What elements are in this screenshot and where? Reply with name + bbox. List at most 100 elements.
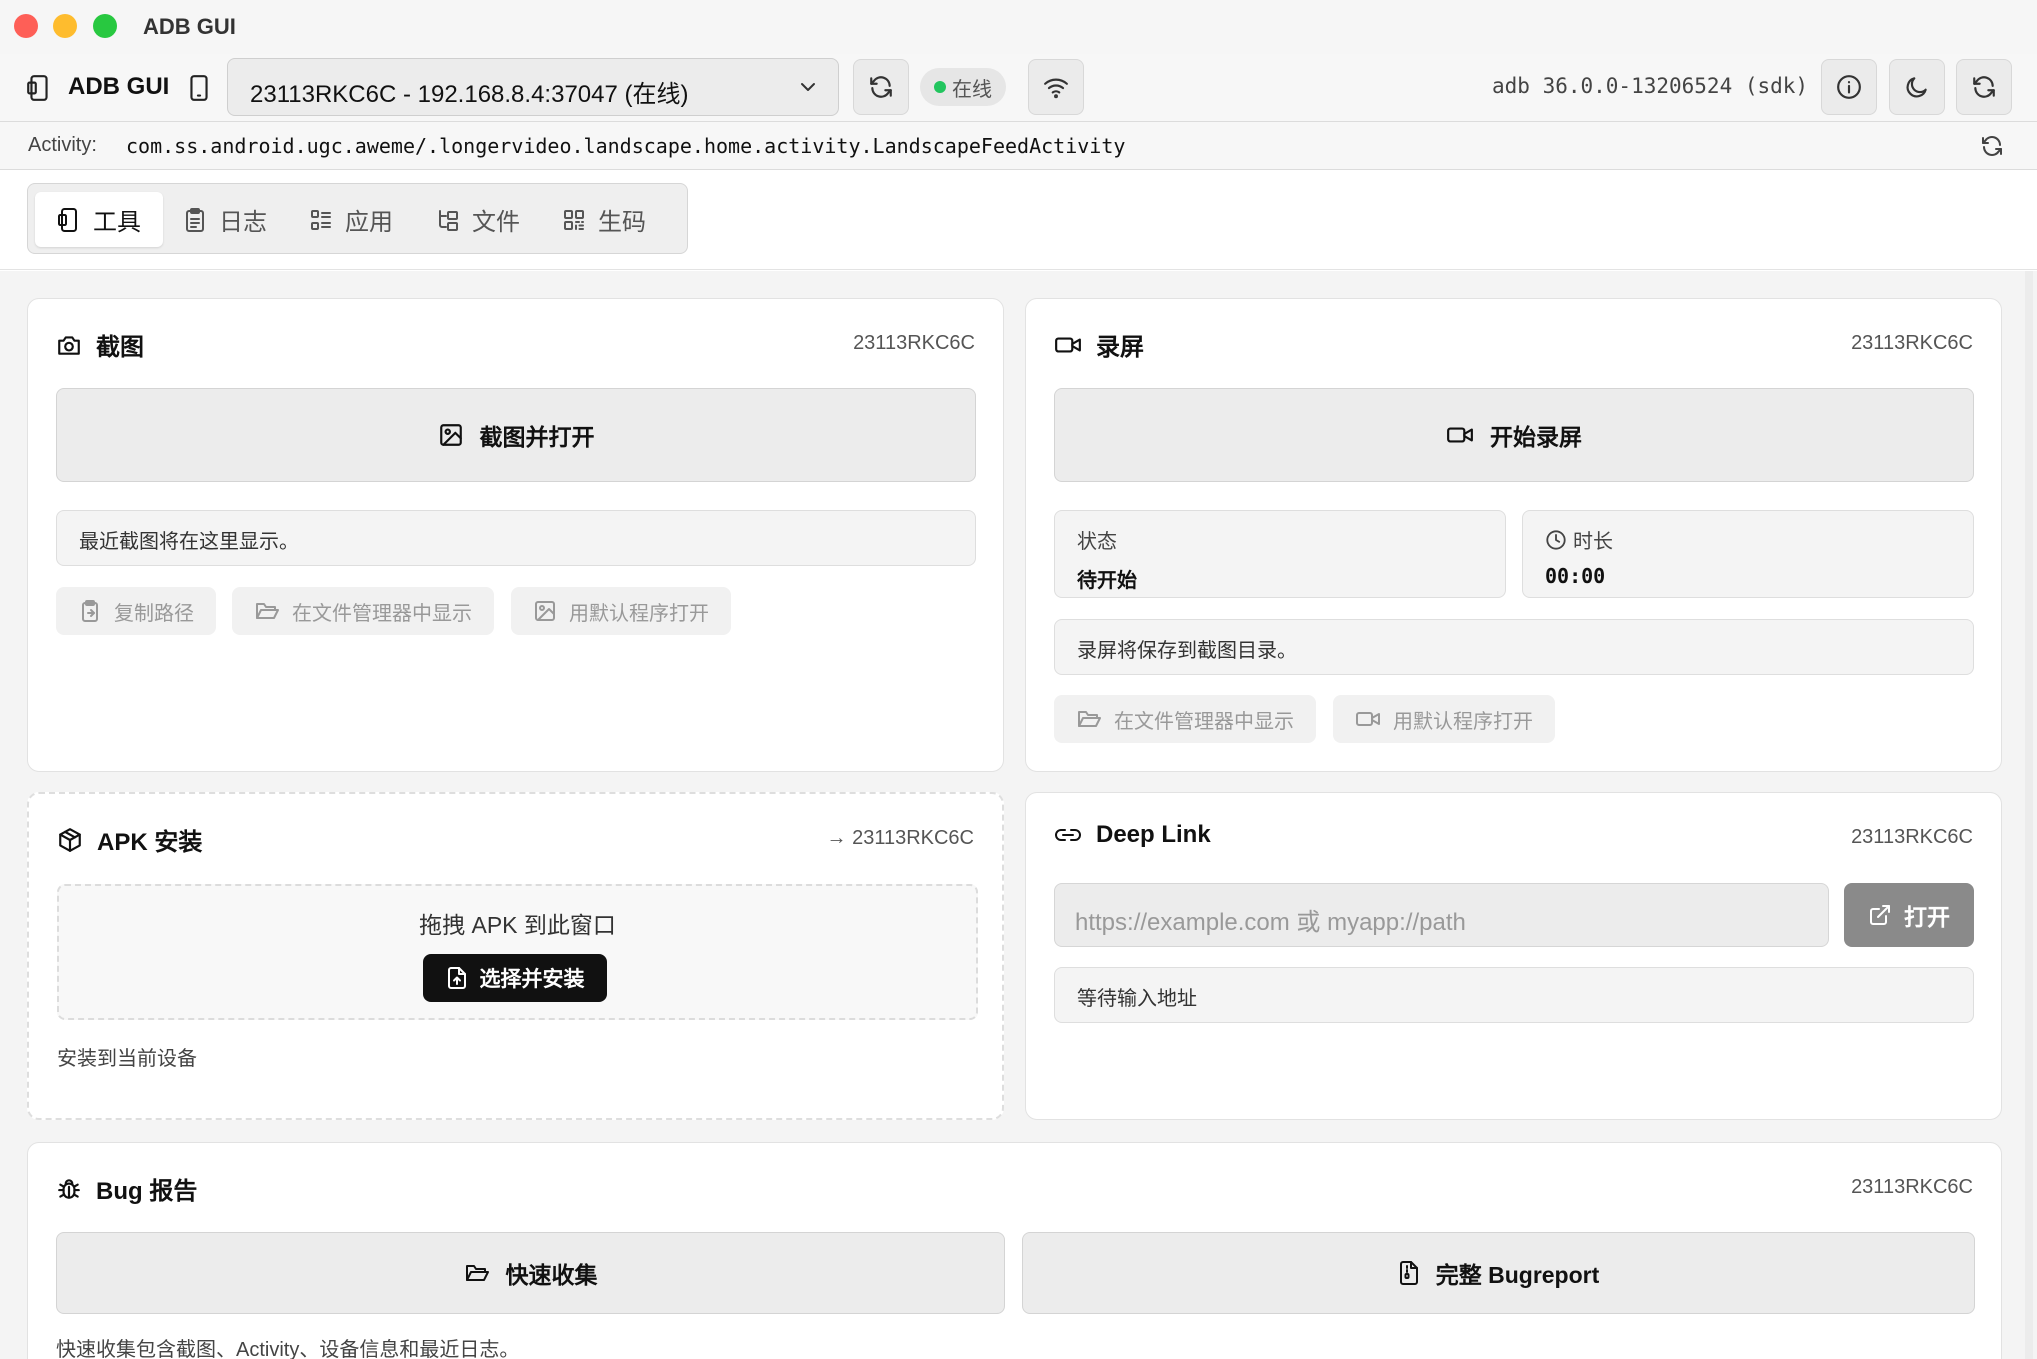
start-recording-button[interactable]: 开始录屏 [1054, 388, 1974, 482]
folder-open-icon [464, 1261, 490, 1285]
card-title: 截图 [56, 327, 144, 362]
card-title: 录屏 [1054, 327, 1144, 362]
device-select[interactable]: 23113RKC6C - 192.168.8.4:37047 (在线) [227, 58, 839, 116]
button-label: 用默认程序打开 [569, 602, 709, 625]
deep-link-placeholder: https://example.com 或 myapp://path [1075, 909, 1466, 936]
button-label: 打开 [1904, 904, 1950, 930]
zoom-window-button[interactable] [93, 14, 117, 38]
bug-report-card: Bug 报告 23113RKC6C 快速收集 完整 Bugreport 快速收集… [27, 1142, 2002, 1359]
current-activity-bar: Activity: com.ss.android.ugc.aweme/.long… [0, 122, 2037, 170]
button-label: 用默认程序打开 [1393, 710, 1533, 733]
tab-apps[interactable]: 应用 [287, 192, 415, 247]
apk-drop-zone[interactable]: 拖拽 APK 到此窗口 选择并安装 [57, 884, 978, 1020]
link-icon [1054, 823, 1082, 847]
tab-label: 生码 [598, 209, 646, 236]
button-label: 选择并安装 [479, 968, 585, 991]
activity-label: Activity: [28, 134, 97, 156]
adb-version-label: adb 36.0.0-13206524 (sdk) [1492, 74, 1809, 98]
minimize-window-button[interactable] [53, 14, 77, 38]
bug-report-note: 快速收集包含截图、Activity、设备信息和最近日志。 [56, 1339, 520, 1359]
button-label: 完整 Bugreport [1435, 1262, 1600, 1288]
refresh-activity-icon[interactable] [1980, 134, 2004, 158]
tab-logs[interactable]: 日志 [161, 192, 289, 247]
tab-files[interactable]: 文件 [414, 192, 542, 247]
folder-open-icon [254, 599, 280, 623]
button-label: 复制路径 [114, 602, 194, 625]
card-device-id: 23113RKC6C [853, 332, 975, 354]
list-icon [309, 208, 333, 232]
info-icon [1836, 74, 1862, 100]
show-in-file-manager-button[interactable]: 在文件管理器中显示 [1054, 695, 1316, 743]
select-and-install-button[interactable]: 选择并安装 [423, 954, 607, 1002]
take-screenshot-button[interactable]: 截图并打开 [56, 388, 976, 482]
card-device-id: 23113RKC6C [1851, 332, 1973, 354]
scrollbar[interactable] [2025, 271, 2033, 1359]
moon-icon [1904, 74, 1930, 100]
wifi-icon [1043, 75, 1069, 99]
image-icon [438, 422, 464, 448]
refresh-icon [868, 74, 894, 100]
card-device-id: 23113RKC6C [1851, 826, 1973, 848]
close-window-button[interactable] [14, 14, 38, 38]
tab-label: 工具 [93, 209, 141, 236]
file-archive-icon [1398, 1260, 1420, 1286]
theme-toggle-button[interactable] [1889, 59, 1945, 115]
screenshot-card: 截图 23113RKC6C 截图并打开 最近截图将在这里显示。 复制路径 在文件… [27, 298, 1004, 772]
tab-label: 应用 [345, 209, 393, 236]
card-title: Bug 报告 [56, 1171, 197, 1206]
wireless-connect-button[interactable] [1028, 59, 1084, 115]
record-duration-label: 时长 [1573, 531, 1613, 553]
show-in-file-manager-button[interactable]: 在文件管理器中显示 [232, 587, 494, 635]
card-device-id: 23113RKC6C [1851, 1176, 1973, 1198]
refresh-all-button[interactable] [1956, 59, 2012, 115]
app-brand-name: ADB GUI [68, 73, 170, 100]
open-with-default-button[interactable]: 用默认程序打开 [1333, 695, 1555, 743]
screen-record-card: 录屏 23113RKC6C 开始录屏 状态 待开始 时长 00:00 录屏将保存… [1025, 298, 2002, 772]
activity-value: com.ss.android.ugc.aweme/.longervideo.la… [126, 134, 1126, 158]
quick-collect-button[interactable]: 快速收集 [56, 1232, 1005, 1314]
clock-icon [1545, 529, 1567, 551]
chevron-down-icon [798, 77, 818, 97]
folder-tree-icon [436, 208, 460, 232]
record-duration-label-row: 时长 [1545, 525, 1973, 554]
file-upload-icon [446, 966, 468, 990]
open-deep-link-button[interactable]: 打开 [1844, 883, 1974, 947]
external-link-icon [1868, 903, 1892, 927]
device-select-value: 23113RKC6C - 192.168.8.4:37047 (在线) [250, 81, 689, 108]
app-logo-icon [26, 74, 52, 102]
record-status-label: 状态 [1077, 531, 1117, 553]
card-title-text: 录屏 [1096, 334, 1144, 361]
deep-link-input[interactable]: https://example.com 或 myapp://path [1054, 883, 1829, 947]
tab-qrcode[interactable]: 生码 [540, 192, 668, 247]
title-bar: ADB GUI [0, 0, 2037, 54]
folder-open-icon [1076, 707, 1102, 731]
card-title-text: APK 安装 [97, 829, 203, 856]
full-bugreport-button[interactable]: 完整 Bugreport [1022, 1232, 1975, 1314]
record-duration-box: 时长 00:00 [1522, 510, 1974, 598]
button-label: 截图并打开 [479, 424, 595, 450]
card-device-id: → 23113RKC6C [826, 827, 974, 849]
screenshot-info: 最近截图将在这里显示。 [56, 510, 976, 566]
record-status-value: 待开始 [1077, 570, 1137, 592]
button-label: 快速收集 [505, 1262, 598, 1288]
open-with-default-button[interactable]: 用默认程序打开 [511, 587, 731, 635]
deep-link-status: 等待输入地址 [1054, 967, 1974, 1023]
video-camera-icon [1446, 424, 1474, 446]
main-tabs: 工具 日志 应用 文件 生码 [27, 183, 688, 254]
clipboard-copy-icon [78, 599, 102, 623]
tabs-area: 工具 日志 应用 文件 生码 [0, 170, 2037, 270]
refresh-devices-button[interactable] [853, 59, 909, 115]
toolbar: ADB GUI 23113RKC6C - 192.168.8.4:37047 (… [0, 54, 2037, 122]
copy-path-button[interactable]: 复制路径 [56, 587, 216, 635]
card-title: Deep Link [1054, 821, 1211, 849]
button-label: 在文件管理器中显示 [1114, 710, 1294, 733]
about-button[interactable] [1821, 59, 1877, 115]
tab-tools[interactable]: 工具 [35, 192, 163, 247]
deep-link-card: Deep Link 23113RKC6C https://example.com… [1025, 792, 2002, 1120]
record-info: 录屏将保存到截图目录。 [1054, 619, 1974, 675]
apk-drop-text: 拖拽 APK 到此窗口 [419, 912, 616, 938]
card-title-text: Bug 报告 [96, 1178, 198, 1205]
image-icon [533, 599, 557, 623]
card-title: APK 安装 [57, 822, 202, 857]
record-duration-value: 00:00 [1545, 564, 1606, 588]
